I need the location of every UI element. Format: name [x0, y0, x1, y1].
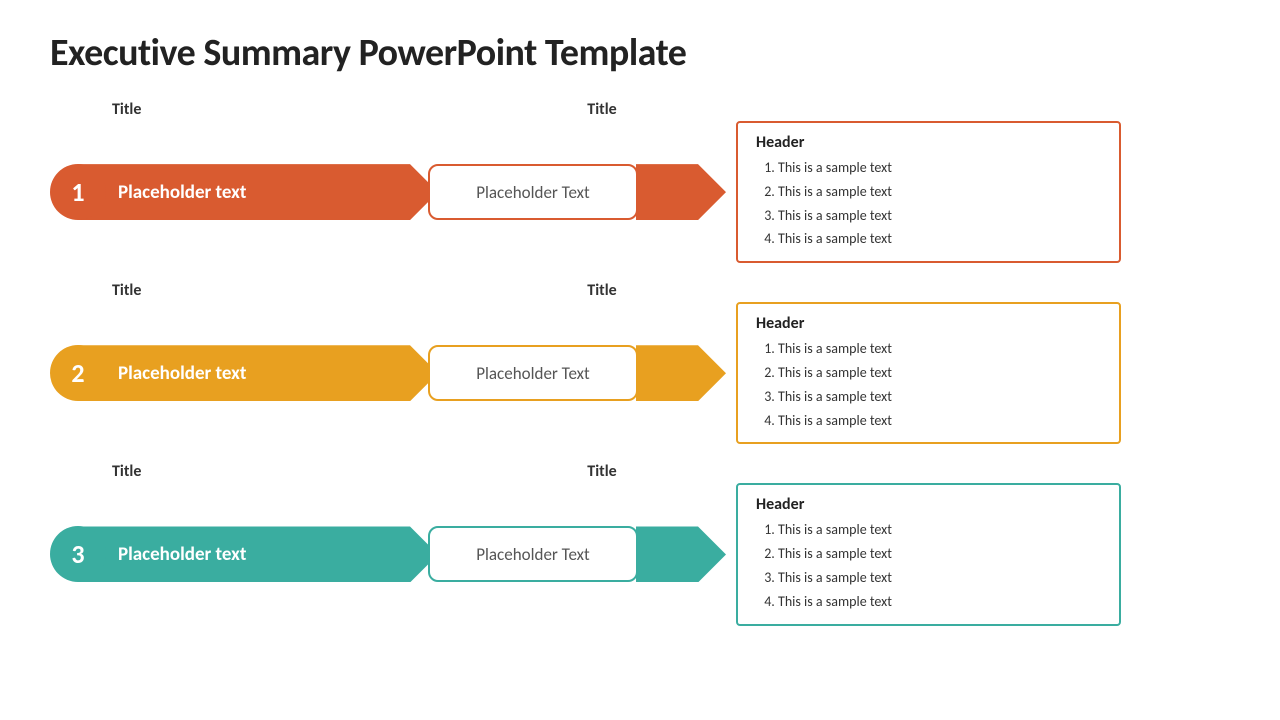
- label-middle-section-2: Title: [492, 281, 712, 300]
- arrow-main-2: Placeholder text: [78, 345, 438, 401]
- circle-num-2: 2: [50, 345, 106, 401]
- info-item-1-2: This is a sample text: [778, 180, 1101, 204]
- col2-label-3: Title: [587, 462, 616, 481]
- info-item-1-4: This is a sample text: [778, 227, 1101, 251]
- col1-label-1: Title: [112, 100, 141, 119]
- middle-box-wrapper-2: Placeholder Text: [428, 345, 638, 401]
- labels-row-2: Title Title: [50, 281, 1230, 300]
- arrow-row-1: 1 Placeholder text Placeholder Text Head…: [50, 121, 1230, 263]
- col1-label-3: Title: [112, 462, 141, 481]
- col2-label-2: Title: [587, 281, 616, 300]
- arrow-row-2: 2 Placeholder text Placeholder Text Head…: [50, 302, 1230, 444]
- middle-box-wrapper-1: Placeholder Text: [428, 164, 638, 220]
- circle-num-1: 1: [50, 164, 106, 220]
- arrow-connector-1: [636, 164, 726, 220]
- label-arrow-section-2: Title: [112, 281, 492, 300]
- info-box-2: Header This is a sample textThis is a sa…: [736, 302, 1121, 444]
- row-wrapper-3: Title Title 3 Placeholder text Placehold…: [50, 462, 1230, 625]
- middle-box-3: Placeholder Text: [428, 526, 638, 582]
- info-item-2-4: This is a sample text: [778, 409, 1101, 433]
- arrow-main-1: Placeholder text: [78, 164, 438, 220]
- labels-row-3: Title Title: [50, 462, 1230, 481]
- arrow-connector-body-1: [636, 164, 726, 220]
- info-box-list-1: This is a sample textThis is a sample te…: [756, 156, 1101, 251]
- arrow-text-1: Placeholder text: [118, 181, 247, 204]
- arrow-connector-2: [636, 345, 726, 401]
- info-item-2-2: This is a sample text: [778, 361, 1101, 385]
- info-item-1-3: This is a sample text: [778, 204, 1101, 228]
- info-item-3-2: This is a sample text: [778, 542, 1101, 566]
- arrow-text-3: Placeholder text: [118, 543, 247, 566]
- info-box-header-1: Header: [756, 133, 1101, 152]
- info-box-header-3: Header: [756, 495, 1101, 514]
- row-wrapper-1: Title Title 1 Placeholder text Placehold…: [50, 100, 1230, 263]
- info-item-2-3: This is a sample text: [778, 385, 1101, 409]
- middle-box-1: Placeholder Text: [428, 164, 638, 220]
- label-arrow-section-1: Title: [112, 100, 492, 119]
- info-item-2-1: This is a sample text: [778, 337, 1101, 361]
- row-wrapper-2: Title Title 2 Placeholder text Placehold…: [50, 281, 1230, 444]
- slide-title: Executive Summary PowerPoint Template: [50, 30, 1230, 76]
- arrow-body-2: Placeholder text: [78, 345, 438, 401]
- arrow-row-3: 3 Placeholder text Placeholder Text Head…: [50, 483, 1230, 625]
- labels-row-1: Title Title: [50, 100, 1230, 119]
- slide: Executive Summary PowerPoint Template Ti…: [0, 0, 1280, 720]
- arrow-connector-body-3: [636, 526, 726, 582]
- info-item-3-1: This is a sample text: [778, 518, 1101, 542]
- rows-container: Title Title 1 Placeholder text Placehold…: [50, 100, 1230, 690]
- info-item-3-3: This is a sample text: [778, 566, 1101, 590]
- info-box-3: Header This is a sample textThis is a sa…: [736, 483, 1121, 625]
- middle-box-2: Placeholder Text: [428, 345, 638, 401]
- arrow-connector-body-2: [636, 345, 726, 401]
- arrow-body-3: Placeholder text: [78, 526, 438, 582]
- arrow-main-3: Placeholder text: [78, 526, 438, 582]
- info-box-1: Header This is a sample textThis is a sa…: [736, 121, 1121, 263]
- label-arrow-section-3: Title: [112, 462, 492, 481]
- arrow-body-1: Placeholder text: [78, 164, 438, 220]
- info-box-list-2: This is a sample textThis is a sample te…: [756, 337, 1101, 432]
- arrow-text-2: Placeholder text: [118, 362, 247, 385]
- col1-label-2: Title: [112, 281, 141, 300]
- label-middle-section-1: Title: [492, 100, 712, 119]
- info-item-3-4: This is a sample text: [778, 590, 1101, 614]
- info-box-header-2: Header: [756, 314, 1101, 333]
- info-box-list-3: This is a sample textThis is a sample te…: [756, 518, 1101, 613]
- arrow-connector-3: [636, 526, 726, 582]
- label-middle-section-3: Title: [492, 462, 712, 481]
- info-item-1-1: This is a sample text: [778, 156, 1101, 180]
- col2-label-1: Title: [587, 100, 616, 119]
- middle-box-wrapper-3: Placeholder Text: [428, 526, 638, 582]
